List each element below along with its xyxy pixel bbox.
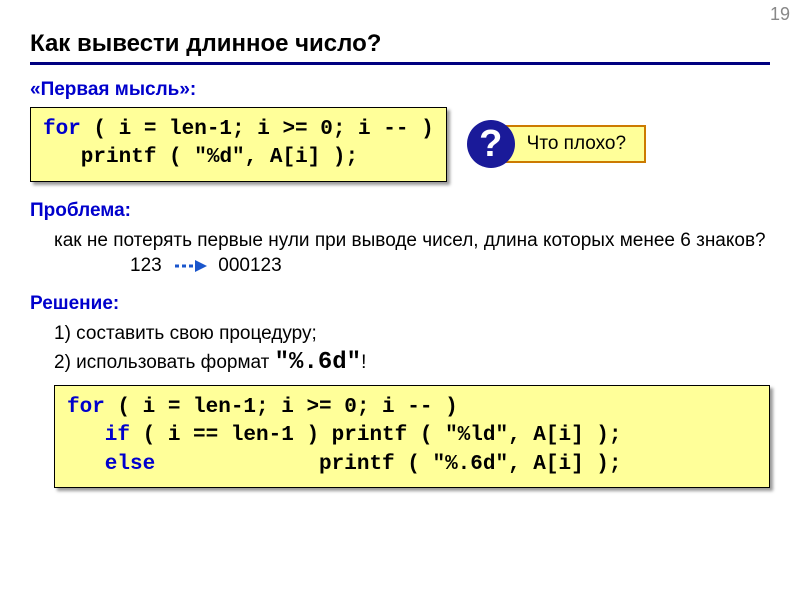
string-literal: "%d" (194, 146, 244, 169)
problem-example: 123 000123 (30, 253, 770, 279)
code-text: printf ( (155, 453, 432, 476)
question-mark-icon: ? (467, 120, 515, 168)
page-number: 19 (770, 4, 790, 25)
solution-item-2-tail: ! (361, 352, 366, 373)
callout: ? Что плохо? (467, 120, 646, 168)
keyword-for: for (43, 118, 81, 141)
solution-block: Решение: 1) составить свою процедуру; 2)… (30, 293, 770, 488)
arrow-icon (173, 259, 207, 273)
keyword-else: else (67, 453, 155, 476)
code-text: , A[i] ); (245, 146, 358, 169)
problem-text: как не потерять первые нули при выводе ч… (30, 228, 770, 254)
slide-content: Как вывести длинное число? «Первая мысль… (0, 0, 800, 488)
problem-block: Проблема: как не потерять первые нули пр… (30, 200, 770, 279)
keyword-if: if (67, 424, 130, 447)
code-block-1: for ( i = len-1; i >= 0; i -- ) printf (… (30, 107, 447, 182)
code-text: ( i == len-1 ) printf ( (130, 424, 445, 447)
solution-item-1: 1) составить свою процедуру; (30, 321, 770, 347)
title-underline (30, 62, 770, 65)
example-before: 123 (130, 255, 162, 276)
code-text: , A[i] ); (508, 453, 621, 476)
keyword-for: for (67, 396, 105, 419)
code-text: ( i = len-1; i >= 0; i -- ) (105, 396, 458, 419)
heading-solution: Решение: (30, 293, 770, 315)
code-text: , A[i] ); (508, 424, 621, 447)
string-literal: "%.6d" (432, 453, 508, 476)
first-thought-row: for ( i = len-1; i >= 0; i -- ) printf (… (30, 107, 770, 182)
code-text: printf ( (43, 146, 194, 169)
code-block-2-wrap: for ( i = len-1; i >= 0; i -- ) if ( i =… (54, 385, 770, 488)
string-literal: "%ld" (445, 424, 508, 447)
heading-problem: Проблема: (30, 200, 770, 222)
code-block-2: for ( i = len-1; i >= 0; i -- ) if ( i =… (54, 385, 770, 488)
solution-item-2: 2) использовать формат "%.6d"! (30, 347, 770, 379)
slide-title: Как вывести длинное число? (30, 30, 770, 58)
solution-item-2-text: 2) использовать формат (54, 352, 275, 373)
example-after: 000123 (218, 255, 281, 276)
format-string: "%.6d" (275, 349, 361, 376)
heading-first-thought: «Первая мысль»: (30, 79, 770, 101)
code-text: ( i = len-1; i >= 0; i -- ) (81, 118, 434, 141)
